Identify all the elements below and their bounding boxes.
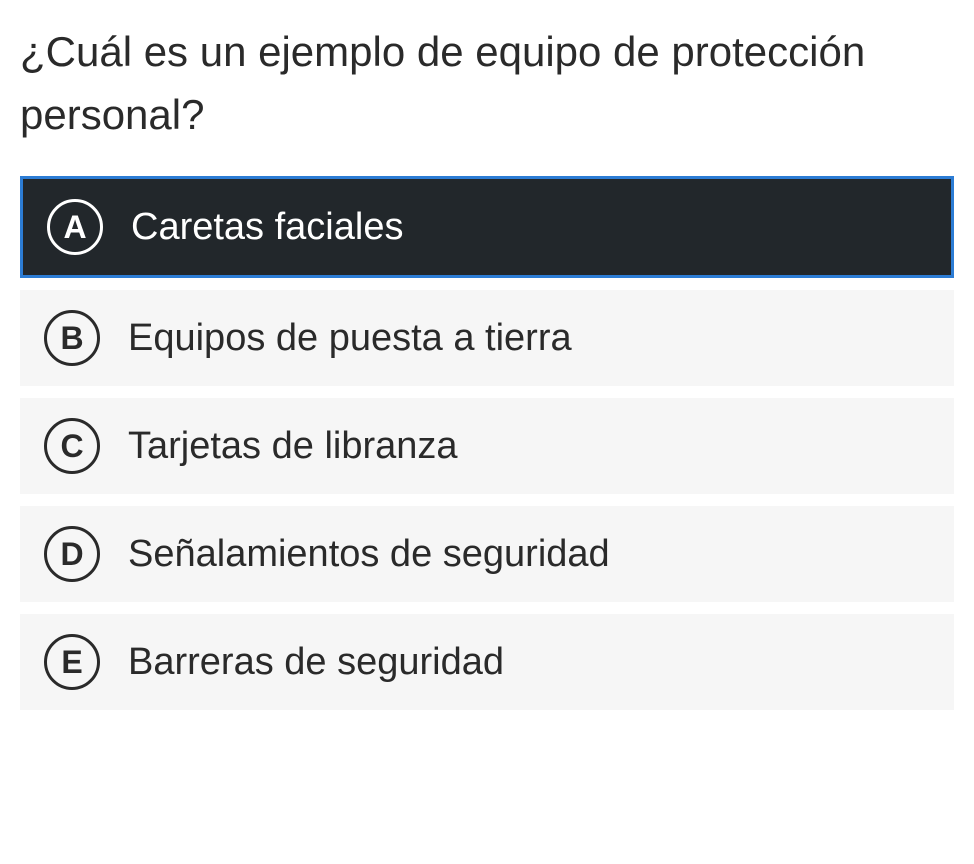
option-text-c: Tarjetas de libranza	[128, 425, 458, 468]
options-container: A Caretas faciales B Equipos de puesta a…	[20, 176, 954, 710]
option-text-d: Señalamientos de seguridad	[128, 533, 610, 576]
option-d[interactable]: D Señalamientos de seguridad	[20, 506, 954, 602]
option-letter-d: D	[44, 526, 100, 582]
option-letter-a: A	[47, 199, 103, 255]
option-letter-b: B	[44, 310, 100, 366]
option-b[interactable]: B Equipos de puesta a tierra	[20, 290, 954, 386]
option-text-a: Caretas faciales	[131, 206, 403, 249]
option-c[interactable]: C Tarjetas de libranza	[20, 398, 954, 494]
option-text-e: Barreras de seguridad	[128, 641, 504, 684]
option-text-b: Equipos de puesta a tierra	[128, 317, 572, 360]
option-letter-c: C	[44, 418, 100, 474]
option-letter-e: E	[44, 634, 100, 690]
option-a[interactable]: A Caretas faciales	[20, 176, 954, 278]
question-text: ¿Cuál es un ejemplo de equipo de protecc…	[20, 20, 954, 146]
option-e[interactable]: E Barreras de seguridad	[20, 614, 954, 710]
